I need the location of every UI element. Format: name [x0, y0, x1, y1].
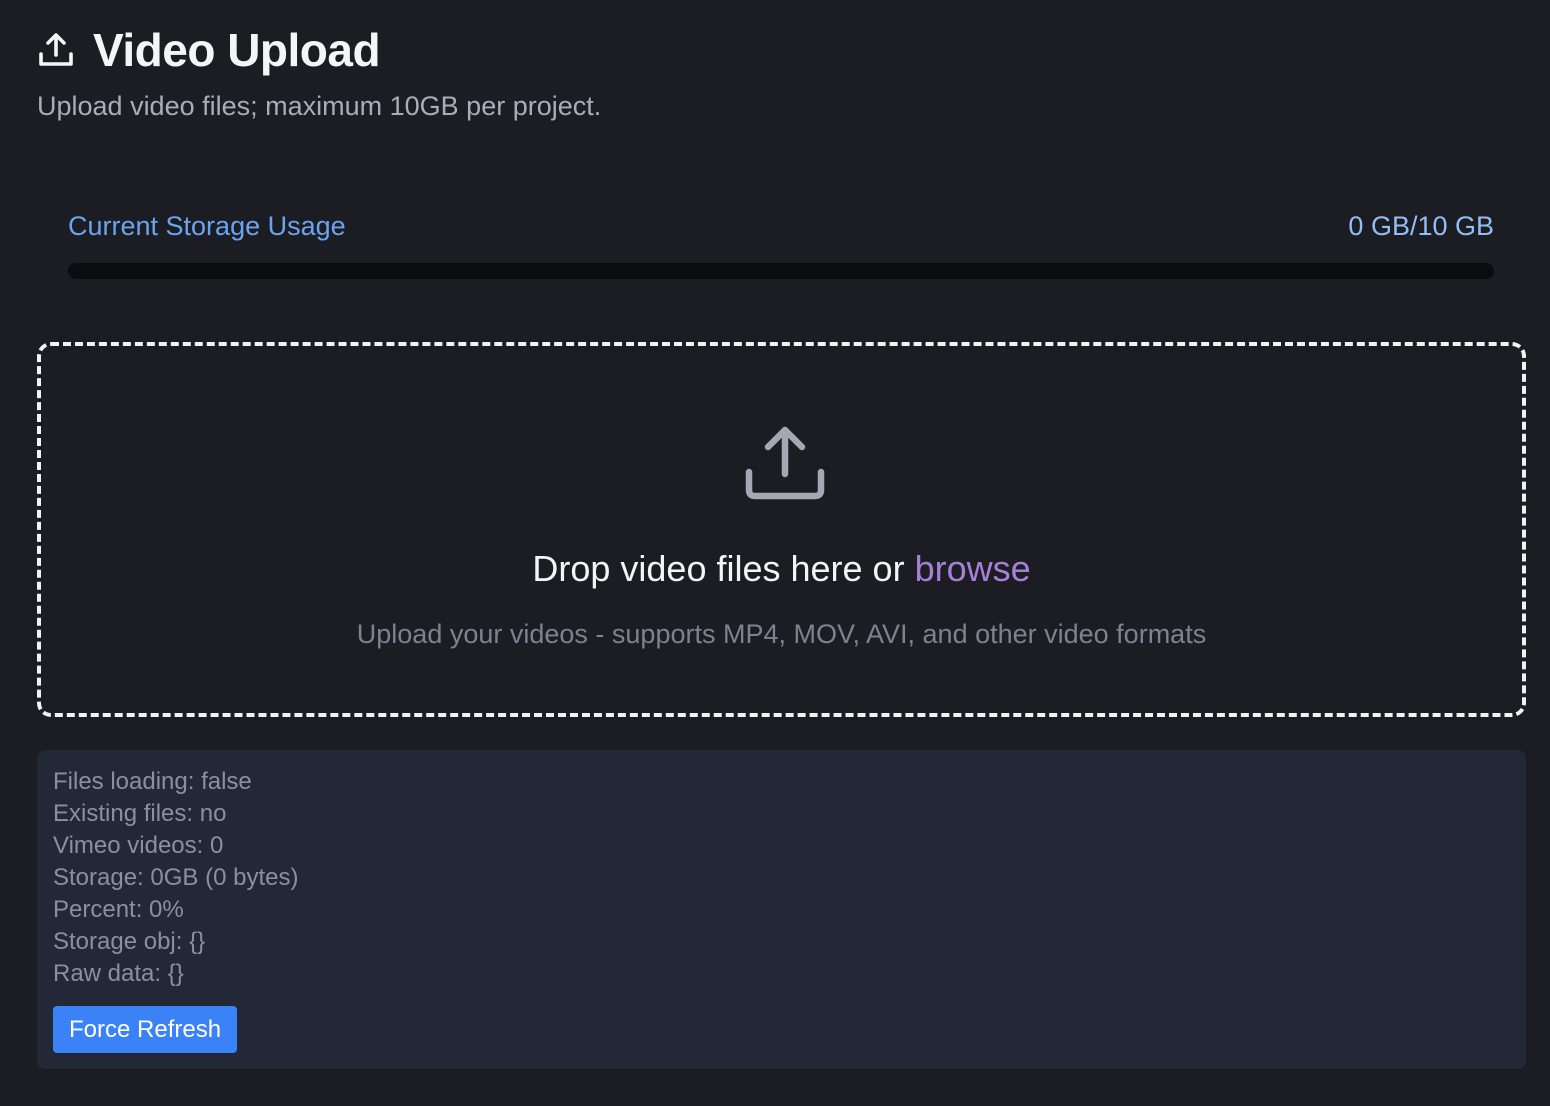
debug-storage-obj: Storage obj: {} [53, 928, 206, 955]
page-subtitle: Upload video files; maximum 10GB per pro… [37, 91, 602, 121]
storage-usage: Current Storage Usage 0 GB/10 GB [68, 205, 1494, 279]
dropzone-title: Drop video files here or browse [41, 546, 1522, 592]
browse-link[interactable]: browse [915, 548, 1031, 589]
debug-raw-data: Raw data: {} [53, 960, 184, 987]
debug-files-loading: Files loading: false [53, 768, 252, 795]
file-dropzone[interactable]: Drop video files here or browse Upload y… [37, 342, 1526, 717]
debug-storage: Storage: 0GB (0 bytes) [53, 864, 299, 891]
storage-progress-bar [68, 263, 1494, 279]
force-refresh-button[interactable]: Force Refresh [53, 1006, 238, 1053]
video-upload-page: Video Upload Upload video files; maximum… [0, 0, 1550, 1106]
dropzone-hint: Upload your videos - supports MP4, MOV, … [356, 619, 1207, 649]
page-title: Video Upload [93, 24, 381, 76]
page-header: Video Upload [37, 22, 381, 78]
upload-tray-icon [741, 416, 829, 504]
debug-existing-files: Existing files: no [53, 800, 227, 827]
upload-icon [37, 31, 75, 69]
debug-vimeo-videos: Vimeo videos: 0 [53, 832, 224, 859]
dropzone-title-text: Drop video files here or [532, 548, 915, 589]
debug-panel: Files loading: false Existing files: no … [37, 750, 1526, 1069]
storage-usage-header: Current Storage Usage 0 GB/10 GB [68, 205, 1494, 247]
storage-usage-label: Current Storage Usage [68, 210, 346, 241]
storage-usage-value: 0 GB/10 GB [1348, 210, 1494, 241]
debug-percent: Percent: 0% [53, 896, 184, 923]
